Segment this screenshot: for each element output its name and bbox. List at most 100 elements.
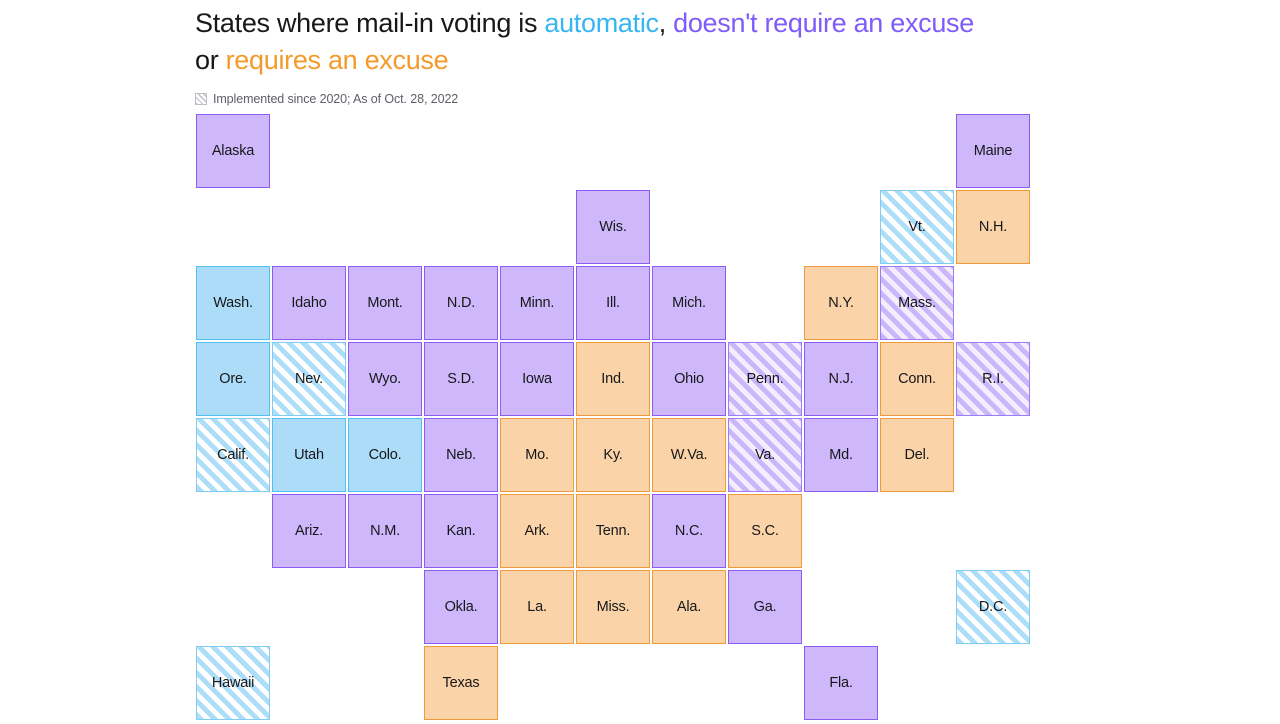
state-cell-n-m[interactable]: N.M.	[348, 494, 422, 568]
state-cell-del[interactable]: Del.	[880, 418, 954, 492]
state-cell-label: Utah	[294, 447, 324, 463]
state-cell-conn[interactable]: Conn.	[880, 342, 954, 416]
state-cell-label: Penn.	[746, 371, 784, 387]
state-cell-penn[interactable]: Penn.	[728, 342, 802, 416]
state-cell-ore[interactable]: Ore.	[196, 342, 270, 416]
title-lead-text: States where mail-in voting is	[195, 8, 545, 38]
state-cell-label: Nev.	[295, 371, 323, 387]
state-cell-label: Wash.	[213, 295, 253, 311]
state-cell-label: Minn.	[519, 295, 555, 311]
state-cell-label: Fla.	[829, 675, 853, 691]
state-cell-label: Colo.	[368, 447, 402, 463]
state-cell-label: N.M.	[370, 523, 400, 539]
state-cell-tenn[interactable]: Tenn.	[576, 494, 650, 568]
state-cell-label: Ga.	[753, 599, 777, 615]
state-cell-ala[interactable]: Ala.	[652, 570, 726, 644]
state-cell-neb[interactable]: Neb.	[424, 418, 498, 492]
state-cell-mich[interactable]: Mich.	[652, 266, 726, 340]
diagonal-hatch-swatch-icon	[195, 93, 207, 105]
state-cell-ga[interactable]: Ga.	[728, 570, 802, 644]
state-cell-n-d[interactable]: N.D.	[424, 266, 498, 340]
state-cell-d-c[interactable]: D.C.	[956, 570, 1030, 644]
state-cell-wash[interactable]: Wash.	[196, 266, 270, 340]
page-title: States where mail-in voting is automatic…	[195, 0, 1195, 79]
state-cell-okla[interactable]: Okla.	[424, 570, 498, 644]
state-cell-n-y[interactable]: N.Y.	[804, 266, 878, 340]
chart-header: States where mail-in voting is automatic…	[195, 0, 1195, 106]
state-cell-iowa[interactable]: Iowa	[500, 342, 574, 416]
state-cell-label: N.C.	[674, 523, 704, 539]
state-cell-label: Md.	[829, 447, 853, 463]
state-cell-label: Ala.	[676, 599, 702, 615]
state-cell-ill[interactable]: Ill.	[576, 266, 650, 340]
state-cell-vt[interactable]: Vt.	[880, 190, 954, 264]
state-cell-label: Miss.	[596, 599, 630, 615]
state-cell-label: Calif.	[217, 447, 249, 463]
state-cell-label: Ill.	[606, 295, 620, 311]
state-cell-label: Neb.	[446, 447, 476, 463]
state-cell-colo[interactable]: Colo.	[348, 418, 422, 492]
state-cell-wyo[interactable]: Wyo.	[348, 342, 422, 416]
state-cell-n-j[interactable]: N.J.	[804, 342, 878, 416]
state-cell-la[interactable]: La.	[500, 570, 574, 644]
state-cell-label: Kan.	[446, 523, 476, 539]
subtitle-text: Implemented since 2020; As of Oct. 28, 2…	[213, 92, 459, 106]
state-cell-label: Wis.	[599, 219, 627, 235]
state-cell-texas[interactable]: Texas	[424, 646, 498, 720]
state-cell-label: Ind.	[601, 371, 625, 387]
state-cell-label: Mass.	[898, 295, 936, 311]
state-cell-label: Iowa	[522, 371, 552, 387]
state-cell-label: Ark.	[524, 523, 550, 539]
state-cell-label: N.H.	[978, 219, 1008, 235]
state-cell-nev[interactable]: Nev.	[272, 342, 346, 416]
state-cell-n-c[interactable]: N.C.	[652, 494, 726, 568]
state-cell-mass[interactable]: Mass.	[880, 266, 954, 340]
state-cell-ark[interactable]: Ark.	[500, 494, 574, 568]
state-cell-ky[interactable]: Ky.	[576, 418, 650, 492]
state-cell-miss[interactable]: Miss.	[576, 570, 650, 644]
state-cell-ind[interactable]: Ind.	[576, 342, 650, 416]
state-cell-minn[interactable]: Minn.	[500, 266, 574, 340]
state-cell-label: N.Y.	[828, 295, 854, 311]
state-cell-label: Ohio	[674, 371, 704, 387]
title-category-no-excuse: doesn't require an excuse	[673, 8, 974, 38]
state-cell-alaska[interactable]: Alaska	[196, 114, 270, 188]
state-cell-hawaii[interactable]: Hawaii	[196, 646, 270, 720]
state-cell-calif[interactable]: Calif.	[196, 418, 270, 492]
state-cell-label: Mich.	[672, 295, 706, 311]
state-cell-utah[interactable]: Utah	[272, 418, 346, 492]
state-cell-label: La.	[527, 599, 547, 615]
state-cell-s-d[interactable]: S.D.	[424, 342, 498, 416]
state-cell-n-h[interactable]: N.H.	[956, 190, 1030, 264]
state-cell-fla[interactable]: Fla.	[804, 646, 878, 720]
title-comma: ,	[658, 8, 674, 38]
state-cell-label: Okla.	[444, 599, 478, 615]
state-cell-label: N.D.	[446, 295, 476, 311]
state-cell-label: Mont.	[367, 295, 403, 311]
state-cell-s-c[interactable]: S.C.	[728, 494, 802, 568]
state-cell-md[interactable]: Md.	[804, 418, 878, 492]
state-cell-kan[interactable]: Kan.	[424, 494, 498, 568]
state-cell-label: W.Va.	[670, 447, 708, 463]
state-cell-mo[interactable]: Mo.	[500, 418, 574, 492]
title-or-text: or	[195, 45, 226, 75]
state-cell-label: Va.	[754, 447, 776, 463]
state-cell-wis[interactable]: Wis.	[576, 190, 650, 264]
state-cell-label: Ore.	[219, 371, 247, 387]
state-cell-ohio[interactable]: Ohio	[652, 342, 726, 416]
state-cell-mont[interactable]: Mont.	[348, 266, 422, 340]
subtitle-row: Implemented since 2020; As of Oct. 28, 2…	[195, 92, 1195, 106]
state-cell-maine[interactable]: Maine	[956, 114, 1030, 188]
state-cell-r-i[interactable]: R.I.	[956, 342, 1030, 416]
state-cell-label: Ariz.	[294, 523, 323, 539]
state-cell-w-va[interactable]: W.Va.	[652, 418, 726, 492]
state-cell-label: Hawaii	[211, 675, 255, 691]
state-cell-label: Tenn.	[595, 523, 631, 539]
state-cell-label: S.C.	[751, 523, 779, 539]
state-cell-label: Mo.	[525, 447, 549, 463]
title-category-excuse: requires an excuse	[225, 45, 449, 75]
state-cell-idaho[interactable]: Idaho	[272, 266, 346, 340]
state-cell-va[interactable]: Va.	[728, 418, 802, 492]
state-cell-label: Wyo.	[368, 371, 402, 387]
state-cell-ariz[interactable]: Ariz.	[272, 494, 346, 568]
